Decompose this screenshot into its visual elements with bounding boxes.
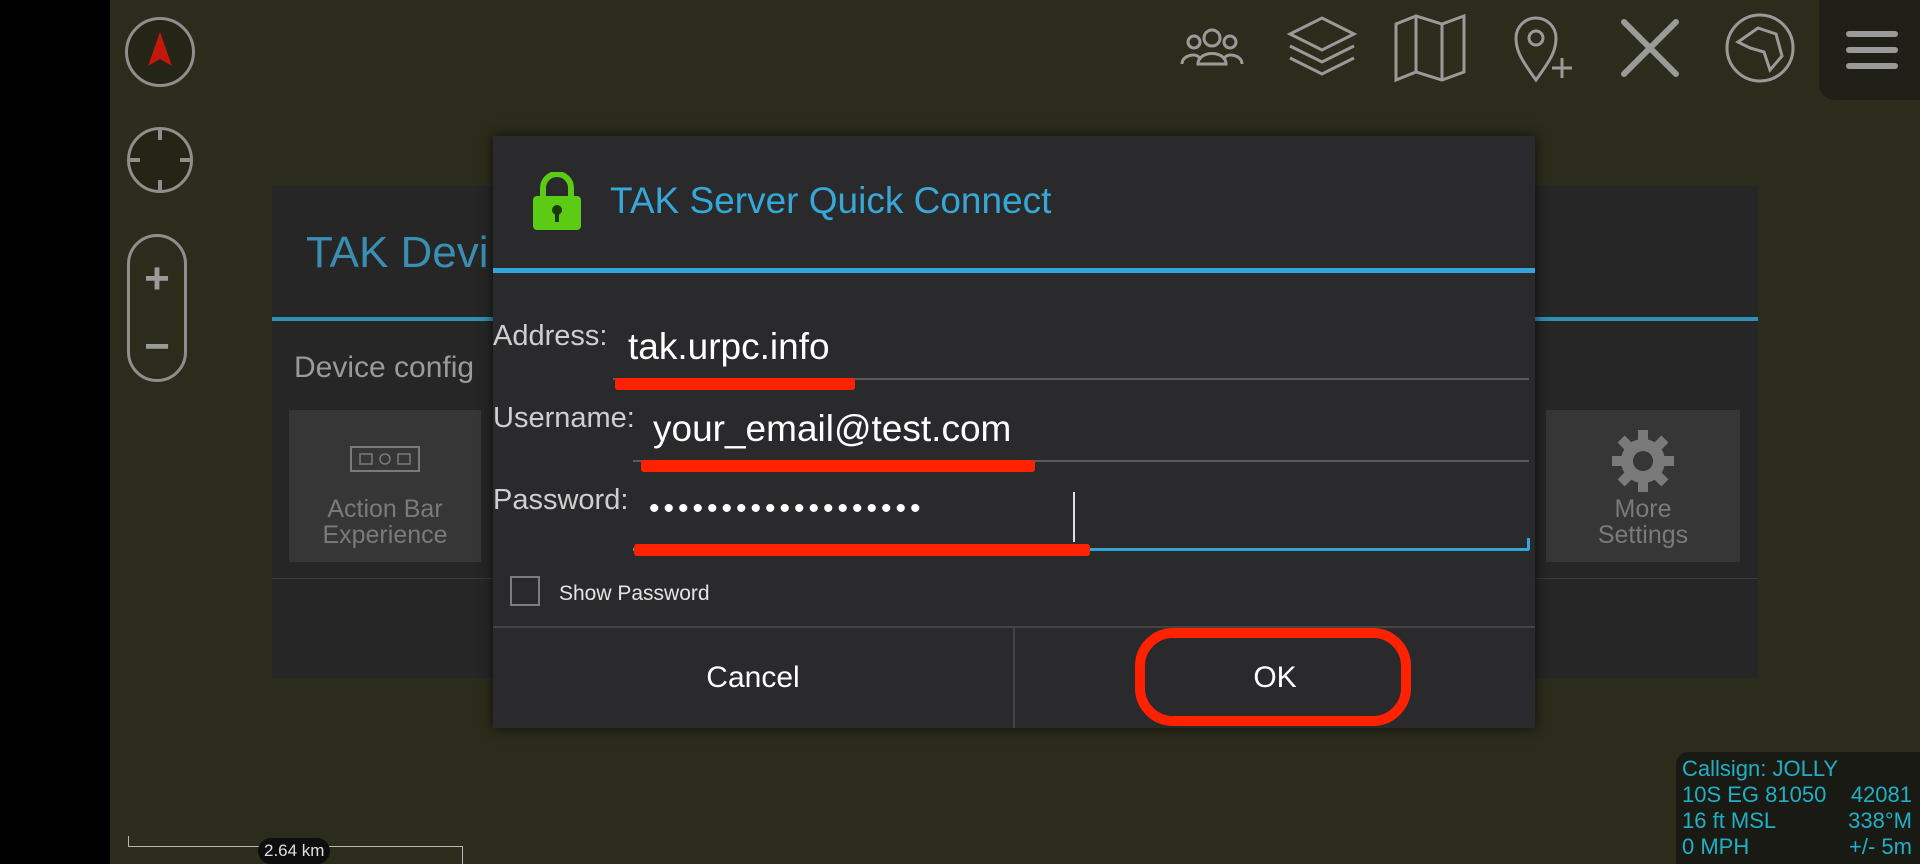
address-field[interactable]: tak.urpc.info (613, 326, 1529, 386)
action-bar-experience-tile[interactable]: Action Bar Experience (289, 410, 481, 562)
dialog-title: TAK Server Quick Connect (610, 180, 1052, 221)
action-bar-icon (350, 446, 420, 472)
scale-label: 2.64 km (258, 838, 331, 864)
tools-icon[interactable] (1610, 8, 1690, 88)
cancel-button[interactable]: Cancel (493, 628, 1013, 728)
show-password-label: Show Password (559, 582, 710, 605)
heading-text: 338°M (1848, 808, 1912, 833)
focus-corner (1527, 538, 1530, 550)
zoom-out-icon[interactable]: − (130, 325, 184, 369)
password-label: Password: (493, 484, 629, 516)
panel-subtitle: Device config (294, 351, 475, 384)
username-value: your_email@test.com (653, 408, 1012, 449)
address-label: Address: (493, 320, 608, 352)
add-point-icon[interactable] (1500, 8, 1580, 88)
quick-connect-dialog: TAK Server Quick Connect Address: tak.ur… (493, 136, 1535, 728)
zoom-control: + − (127, 234, 187, 382)
lock-icon (533, 172, 581, 230)
accuracy-text: +/- 5m (1849, 834, 1912, 859)
compass-icon (148, 32, 172, 66)
password-value: ••••••••••••••••••• (649, 492, 925, 525)
annotation-underline (615, 378, 855, 390)
gear-icon (1612, 430, 1674, 492)
scale-bar-tick (462, 846, 463, 864)
layers-icon[interactable] (1282, 8, 1362, 88)
tile-label-line1: More (1614, 495, 1672, 523)
text-cursor (1073, 492, 1075, 542)
address-value: tak.urpc.info (628, 326, 830, 367)
callsign-text: Callsign: JOLLY (1682, 756, 1839, 781)
main-menu-button[interactable] (1819, 0, 1920, 100)
panel-title: TAK Devi (306, 228, 489, 277)
self-status-panel[interactable]: Callsign: JOLLY 10S EG 81050 42081 16 ft… (1676, 752, 1920, 864)
locate-icon (130, 130, 190, 190)
password-field[interactable]: ••••••••••••••••••• (633, 492, 1530, 552)
annotation-underline (641, 460, 1035, 472)
tile-label-line2: Experience (322, 521, 448, 549)
contacts-icon[interactable] (1172, 8, 1252, 88)
show-password-checkbox[interactable] (510, 576, 540, 606)
speed-text: 0 MPH (1682, 834, 1750, 859)
tak-logo-icon[interactable] (1720, 8, 1800, 88)
hamburger-menu-icon (1846, 31, 1898, 69)
more-settings-tile[interactable]: More Settings (1546, 410, 1740, 562)
map-icon[interactable] (1390, 8, 1470, 88)
locate-button[interactable] (127, 127, 193, 193)
compass-button[interactable] (125, 17, 195, 87)
tile-label-line1: Action Bar (327, 495, 443, 523)
grid-text: 10S EG 81050 (1682, 782, 1827, 807)
altitude-text: 16 ft MSL (1682, 808, 1777, 833)
dialog-title-divider (493, 268, 1535, 273)
username-field[interactable]: your_email@test.com (633, 408, 1529, 468)
zoom-in-icon[interactable]: + (130, 257, 184, 301)
tile-label-line2: Settings (1597, 521, 1689, 549)
annotation-underline (634, 544, 1090, 556)
annotation-highlight-ring (1135, 628, 1411, 726)
username-label: Username: (493, 402, 635, 434)
grid-northing-text: 42081 (1850, 782, 1912, 807)
scale-bar-tick (128, 836, 129, 846)
